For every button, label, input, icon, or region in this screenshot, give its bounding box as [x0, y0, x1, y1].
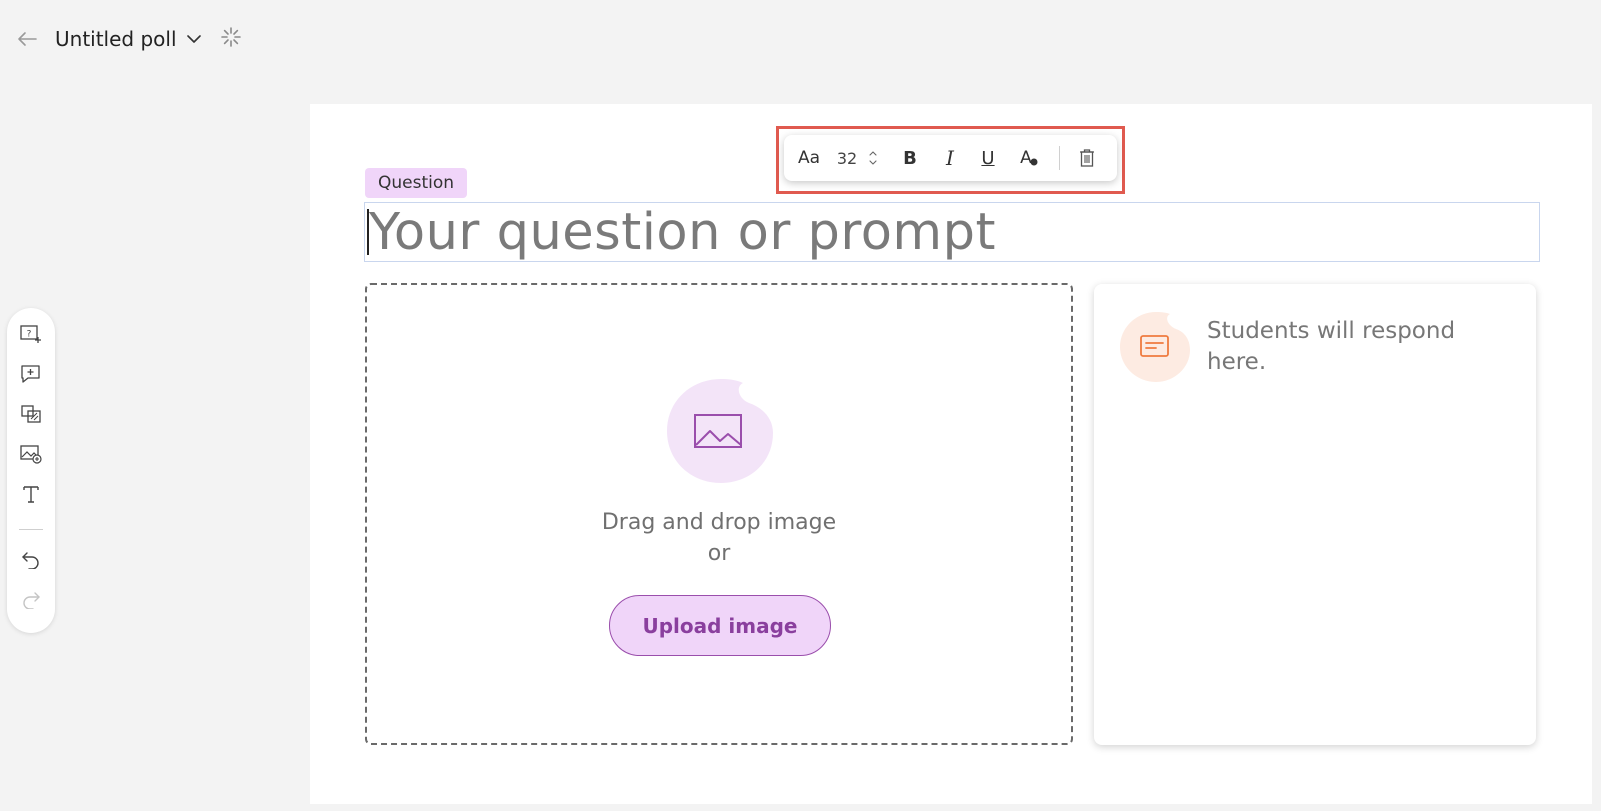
font-family-button[interactable]: Aa	[794, 144, 824, 172]
response-text-line1: Students will respond	[1207, 318, 1456, 344]
underline-button[interactable]: U	[976, 144, 1000, 172]
add-comment-button[interactable]	[17, 360, 45, 388]
image-placeholder-icon	[667, 379, 773, 483]
chevron-down-icon	[186, 34, 201, 43]
font-icon: Aa	[797, 148, 821, 168]
question-placeholder: Your question or prompt	[369, 202, 996, 262]
drop-instructions: Drag and drop image or	[367, 507, 1071, 569]
drop-text-line1: Drag and drop image	[601, 510, 837, 535]
response-text-line2: here.	[1207, 349, 1267, 375]
text-icon	[23, 486, 39, 503]
student-response-panel: Students will respond here.	[1094, 284, 1536, 745]
add-image-icon	[20, 445, 42, 464]
svg-text:?: ?	[27, 330, 32, 340]
duplicate-button[interactable]	[17, 400, 45, 428]
response-message-icon	[1120, 312, 1190, 382]
side-toolbar: ?	[7, 308, 55, 633]
redo-button[interactable]	[17, 586, 45, 614]
question-badge: Question	[365, 168, 468, 198]
color-fill-icon	[1030, 158, 1038, 166]
chevron-up-down-icon	[869, 151, 877, 165]
response-placeholder: Students will respond here.	[1207, 316, 1507, 378]
question-input[interactable]: Your question or prompt	[364, 202, 1540, 262]
poll-title: Untitled poll	[55, 27, 177, 51]
undo-button[interactable]	[17, 546, 45, 574]
text-color-button[interactable]: A	[1016, 144, 1042, 172]
delete-button[interactable]	[1074, 144, 1100, 172]
side-toolbar-divider	[19, 529, 43, 530]
redo-icon	[23, 592, 40, 609]
add-question-button[interactable]: ?	[17, 320, 45, 348]
add-question-icon: ?	[20, 325, 41, 343]
undo-icon	[22, 552, 39, 569]
back-button[interactable]	[14, 26, 40, 52]
add-text-button[interactable]	[17, 480, 45, 508]
bold-button[interactable]: B	[898, 144, 922, 172]
add-comment-icon	[21, 365, 40, 383]
font-size-stepper[interactable]	[866, 144, 880, 172]
poll-title-dropdown[interactable]: Untitled poll	[55, 24, 201, 54]
app-header: Untitled poll	[0, 0, 1601, 78]
add-image-button[interactable]	[17, 440, 45, 468]
format-toolbar-divider	[1059, 146, 1060, 170]
trash-icon	[1080, 149, 1094, 167]
arrow-left-icon	[18, 32, 37, 46]
upload-image-button[interactable]: Upload image	[609, 595, 831, 656]
italic-button[interactable]: I	[938, 144, 962, 172]
font-size-value[interactable]: 32	[834, 144, 860, 172]
loading-spinner-icon	[221, 27, 241, 47]
drop-text-line2: or	[707, 541, 731, 566]
duplicate-icon	[21, 405, 41, 423]
format-toolbar: Aa 32 B I U A	[784, 135, 1117, 181]
slide-canvas: Question Your question or prompt Aa 32 B…	[310, 104, 1592, 804]
image-drop-zone[interactable]: Drag and drop image or Upload image	[365, 283, 1073, 745]
